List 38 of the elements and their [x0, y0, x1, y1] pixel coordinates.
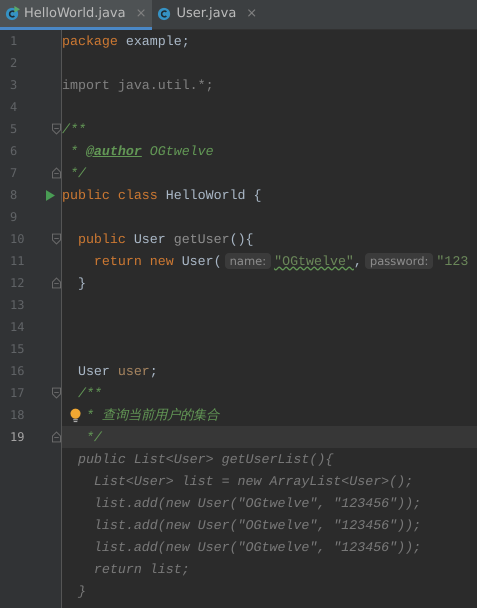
code-line: */ [68, 166, 86, 180]
code-line: import java.util.*; [62, 78, 214, 92]
lightbulb-icon[interactable] [70, 408, 81, 422]
code-line: list.add(new User("OGtwelve", "123456")); [92, 518, 422, 532]
code-line: /** [62, 122, 86, 136]
fold-icon[interactable] [52, 277, 61, 289]
code-line: package example; [62, 34, 190, 48]
code-text: return new [92, 254, 175, 268]
fold-icon[interactable] [52, 123, 61, 135]
code-line: * 查询当前用户的集合 [86, 406, 219, 424]
code-line: public User getUser(){ [76, 232, 254, 246]
parameter-hint: password: [364, 253, 434, 269]
code-line: public List<User> getUserList(){ [76, 452, 334, 466]
code-line: * @author OGtwelve [68, 144, 214, 158]
code-line: list.add(new User("OGtwelve", "123456")); [92, 540, 422, 554]
editor-tab[interactable]: User.java × [152, 0, 264, 30]
parameter-hint: name: [224, 253, 272, 269]
code-line: } [76, 276, 86, 290]
code-line: public class HelloWorld { [62, 188, 262, 202]
code-line: /** [76, 386, 102, 400]
code-line: User user; [76, 364, 158, 378]
fold-icon[interactable] [52, 387, 61, 399]
run-icon[interactable] [46, 190, 55, 200]
code-text: , [354, 254, 362, 268]
code-line: */ [84, 430, 102, 444]
close-icon[interactable]: × [246, 6, 258, 21]
code-text: "OGtwelve" [274, 254, 354, 268]
fold-icon[interactable] [52, 167, 61, 179]
code-line: List<User> list = new ArrayList<User>(); [92, 474, 414, 488]
code-line: return list; [92, 562, 190, 576]
fold-icon[interactable] [52, 431, 61, 443]
code-text: "123 [436, 254, 468, 268]
code-line: list.add(new User("OGtwelve", "123456")); [92, 496, 422, 510]
code-text: User( [182, 254, 222, 268]
editor-tab[interactable]: HelloWorld.java × [0, 0, 152, 30]
code-line: } [76, 584, 86, 598]
fold-icon[interactable] [52, 233, 61, 245]
line-number: 19 [10, 430, 24, 444]
